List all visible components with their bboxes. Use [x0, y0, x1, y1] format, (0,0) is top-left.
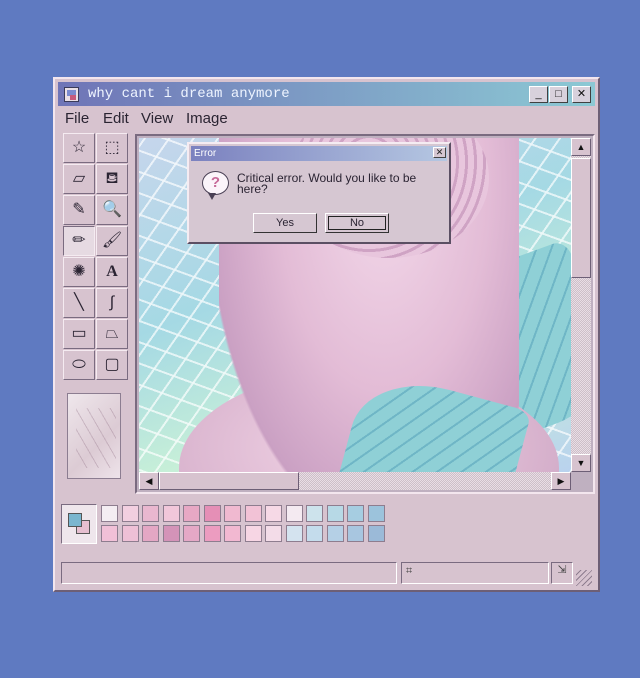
horizontal-scroll-thumb[interactable] — [159, 472, 299, 490]
palette-swatch[interactable] — [121, 525, 139, 542]
window-title: why cant i dream anymore — [88, 86, 290, 102]
color-palette — [61, 504, 391, 548]
palette-swatch[interactable] — [203, 505, 221, 522]
palette-swatch[interactable] — [183, 505, 200, 522]
close-button[interactable]: ✕ — [572, 86, 591, 103]
free-form-select-icon[interactable]: ☆ — [63, 133, 95, 163]
palette-swatch[interactable] — [367, 505, 385, 522]
title-bar[interactable]: why cant i dream anymore _ □ ✕ — [58, 82, 595, 106]
dialog-title[interactable]: Error — [191, 146, 447, 161]
menu-bar: File Edit View Image — [59, 107, 594, 129]
palette-swatch[interactable] — [306, 505, 323, 522]
curve-tool-icon[interactable]: ∫ — [96, 288, 128, 318]
palette-swatch[interactable] — [142, 505, 159, 522]
menu-image[interactable]: Image — [186, 110, 228, 127]
palette-swatch[interactable] — [285, 505, 303, 522]
polygon-tool-icon[interactable]: ⏢ — [96, 319, 128, 349]
resize-grip[interactable] — [576, 570, 592, 586]
palette-swatch[interactable] — [101, 505, 118, 522]
rounded-rect-tool-icon[interactable]: ▢ — [96, 350, 128, 380]
palette-swatch[interactable] — [347, 505, 364, 522]
rectangle-tool-icon[interactable]: ▭ — [63, 319, 95, 349]
text-tool-icon[interactable]: A — [96, 257, 128, 287]
palette-swatch[interactable] — [203, 525, 221, 542]
error-dialog: Error ✕ ? Critical error. Would you like… — [187, 142, 451, 244]
palette-swatch[interactable] — [347, 525, 364, 542]
no-button[interactable]: No — [325, 213, 389, 233]
selection-size-panel: ⇲ — [551, 562, 573, 584]
cursor-position-panel: ⌗ — [401, 562, 549, 584]
menu-edit[interactable]: Edit — [103, 110, 129, 127]
maximize-button[interactable]: □ — [549, 86, 568, 103]
eraser-icon[interactable]: ▱ — [63, 164, 95, 194]
menu-file[interactable]: File — [65, 110, 89, 127]
palette-swatch[interactable] — [326, 505, 344, 522]
palette-swatch[interactable] — [244, 505, 262, 522]
palette-swatch[interactable] — [162, 525, 180, 542]
tool-options-panel[interactable] — [67, 393, 121, 479]
scroll-right-button[interactable]: ▶ — [551, 472, 571, 490]
palette-swatch[interactable] — [224, 505, 241, 522]
paint-app-icon — [64, 87, 79, 102]
pencil-icon[interactable]: ✏ — [63, 226, 95, 256]
palette-swatch[interactable] — [244, 525, 262, 542]
palette-swatch[interactable] — [162, 505, 180, 522]
palette-swatch[interactable] — [265, 525, 282, 542]
palette-swatch[interactable] — [306, 525, 323, 542]
yes-button[interactable]: Yes — [253, 213, 317, 233]
palette-swatch[interactable] — [285, 525, 303, 542]
current-colors[interactable] — [61, 504, 97, 544]
palette-swatch[interactable] — [121, 505, 139, 522]
question-icon: ? — [202, 171, 229, 200]
menu-view[interactable]: View — [141, 110, 173, 127]
color-picker-icon[interactable]: ✎ — [63, 195, 95, 225]
selection-size-icon: ⇲ — [557, 564, 567, 576]
status-text-panel — [61, 562, 397, 584]
palette-swatch[interactable] — [224, 525, 241, 542]
scroll-down-button[interactable]: ▼ — [571, 454, 591, 472]
scroll-up-button[interactable]: ▲ — [571, 138, 591, 156]
foreground-color — [68, 513, 82, 527]
cursor-position-icon: ⌗ — [406, 565, 413, 577]
scroll-left-button[interactable]: ◀ — [139, 472, 159, 490]
fill-bucket-icon[interactable]: ⛾ — [96, 164, 128, 194]
line-tool-icon[interactable]: ╲ — [63, 288, 95, 318]
dialog-close-button[interactable]: ✕ — [433, 147, 446, 158]
palette-swatch[interactable] — [265, 505, 282, 522]
minimize-button[interactable]: _ — [529, 86, 548, 103]
palette-swatch[interactable] — [367, 525, 385, 542]
status-bar: ⌗ ⇲ — [61, 560, 592, 586]
airbrush-icon[interactable]: ✺ — [63, 257, 95, 287]
palette-swatch[interactable] — [183, 525, 200, 542]
palette-swatch[interactable] — [142, 525, 159, 542]
palette-swatch[interactable] — [101, 525, 118, 542]
ellipse-tool-icon[interactable]: ⬭ — [63, 350, 95, 380]
magnifier-icon[interactable]: 🔍 — [96, 195, 128, 225]
vertical-scroll-thumb[interactable] — [571, 158, 591, 278]
palette-swatch[interactable] — [326, 525, 344, 542]
brush-icon[interactable]: 🖌 — [96, 226, 128, 256]
dialog-message: Critical error. Would you like to be her… — [237, 171, 417, 196]
rect-select-icon[interactable]: ⬚ — [96, 133, 128, 163]
